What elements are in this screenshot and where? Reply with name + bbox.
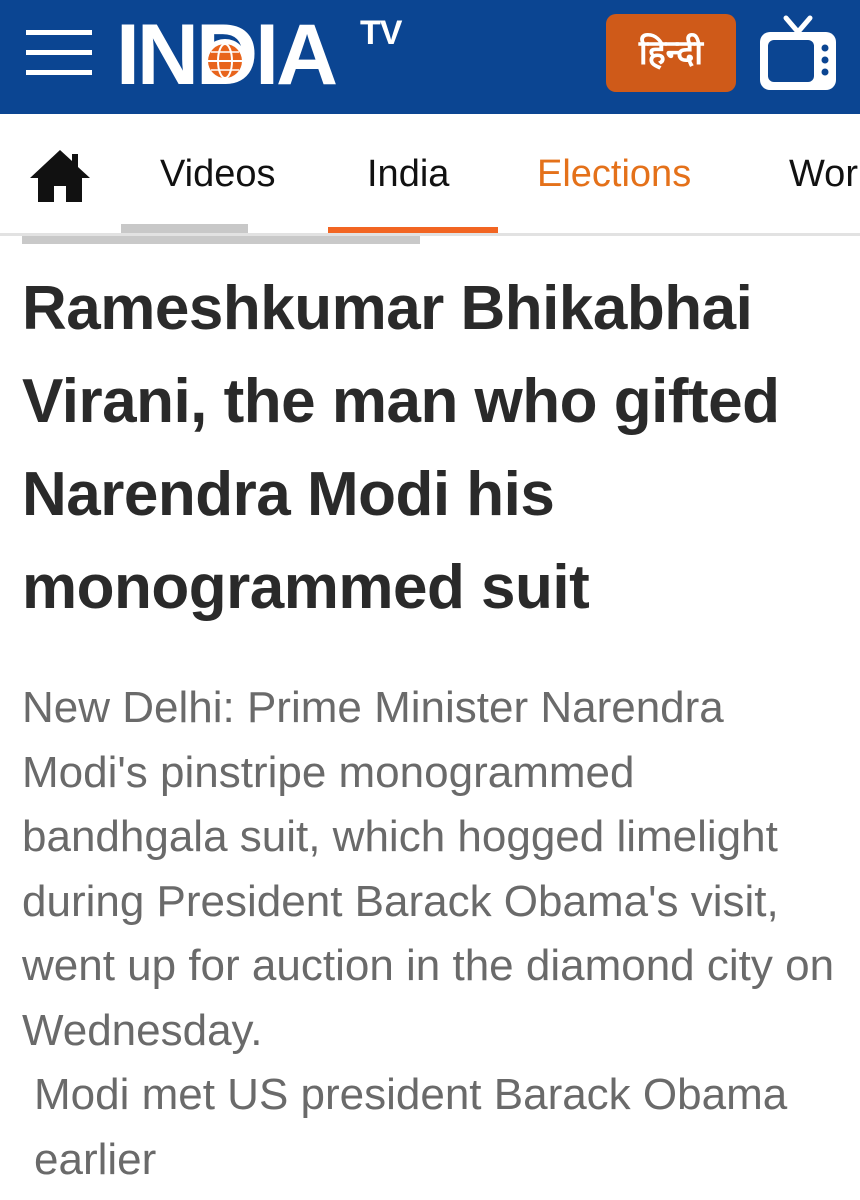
- top-header-bar: INDIA TV हिन्दी: [0, 0, 860, 114]
- globe-icon: [203, 39, 247, 83]
- hamburger-menu-icon[interactable]: [26, 28, 92, 78]
- television-icon[interactable]: [756, 12, 840, 96]
- logo-tv-superscript: TV: [360, 14, 402, 52]
- summary-paragraph-continued: Modi met US president Barack Obama earli…: [34, 1070, 788, 1184]
- nav-item-videos[interactable]: Videos: [160, 148, 276, 200]
- nav-scroll-indicator: [22, 236, 420, 244]
- hindi-language-button[interactable]: हिन्दी: [606, 14, 736, 92]
- article-headline[interactable]: Rameshkumar Bhikabhai Virani, the man wh…: [22, 262, 842, 634]
- nav-item-elections[interactable]: Elections: [537, 148, 691, 200]
- article-summary: New Delhi: Prime Minister Narendra Modi'…: [22, 676, 842, 1192]
- category-nav: Videos India Elections Wor: [0, 114, 860, 236]
- home-icon[interactable]: [28, 148, 92, 204]
- nav-item-india[interactable]: India: [367, 148, 449, 200]
- nav-item-world[interactable]: Wor: [789, 148, 858, 200]
- summary-paragraph: New Delhi: Prime Minister Narendra Modi'…: [22, 683, 835, 1055]
- india-tv-logo[interactable]: INDIA TV: [116, 10, 406, 100]
